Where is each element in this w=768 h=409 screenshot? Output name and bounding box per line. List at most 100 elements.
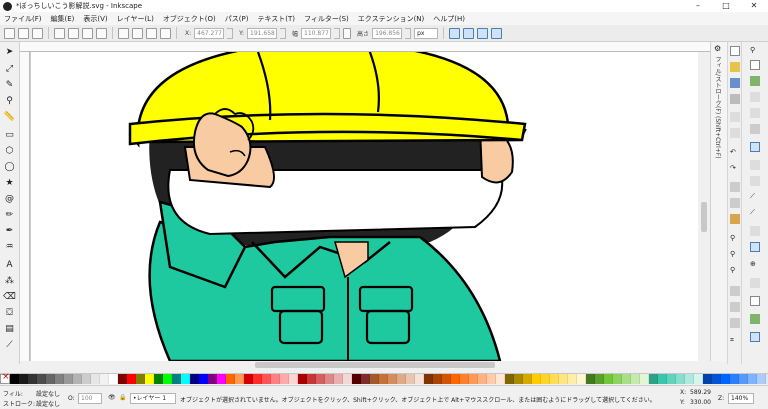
save-icon[interactable] [730,78,740,88]
color-swatch[interactable] [595,374,604,384]
snap-bbox-midpoint-icon[interactable] [750,108,760,118]
color-swatch[interactable] [469,374,478,384]
paste-icon[interactable] [730,214,740,224]
color-swatch[interactable] [262,374,271,384]
snap-enable-icon[interactable]: ⚲ [750,46,760,56]
color-swatch[interactable] [64,374,73,384]
snap-cusp-icon[interactable]: ⟋ [750,192,760,202]
color-swatch[interactable] [307,374,316,384]
rotate-ccw-icon[interactable] [54,27,65,39]
measure-tool-icon[interactable]: 📏 [3,110,16,123]
menu-object[interactable]: オブジェクト(O) [163,14,216,24]
undo-icon[interactable]: ↶ [730,148,740,158]
color-swatch[interactable] [505,374,514,384]
bucket-tool-icon[interactable]: ⛋ [3,306,16,319]
color-swatch[interactable] [415,374,424,384]
color-swatch[interactable] [325,374,334,384]
deselect-icon[interactable] [32,27,43,39]
scale-stroke-icon[interactable] [449,27,461,39]
x-spinner[interactable] [227,27,234,39]
color-swatch[interactable] [289,374,298,384]
vertical-scrollbar[interactable] [698,52,710,361]
color-swatch[interactable] [424,374,433,384]
color-swatch[interactable] [199,374,208,384]
calligraphy-tool-icon[interactable]: ♒ [3,240,16,253]
3d-box-tool-icon[interactable]: ⬡ [3,144,16,157]
color-swatch[interactable] [190,374,199,384]
snap-midpoint-icon[interactable] [750,226,760,236]
color-swatch[interactable] [55,374,64,384]
close-button[interactable]: ✕ [740,0,768,12]
color-swatch[interactable] [91,374,100,384]
color-swatch[interactable] [541,374,550,384]
color-swatch[interactable] [370,374,379,384]
color-swatch[interactable] [181,374,190,384]
xml-editor-icon[interactable]: ⌗ [730,336,740,346]
color-swatch[interactable] [487,374,496,384]
pencil-tool-icon[interactable]: ✏ [3,208,16,221]
color-swatch[interactable] [118,374,127,384]
color-swatch[interactable] [145,374,154,384]
menu-view[interactable]: 表示(V) [83,14,107,24]
eye-icon[interactable]: 👁 [108,394,117,403]
zoom-selection-icon[interactable]: ⚲ [730,234,740,244]
fill-stroke-dock-tab[interactable]: ⚙ フィル/ストローク(F) (Shift+Ctrl+F) [710,42,727,361]
maximize-button[interactable]: □ [712,0,740,12]
color-swatch[interactable] [10,374,19,384]
width-field[interactable]: 110.877 [301,27,332,39]
pen-tool-icon[interactable]: ✒ [3,224,16,237]
color-swatch[interactable] [577,374,586,384]
color-swatch[interactable] [613,374,622,384]
snap-path-icon[interactable] [750,160,760,170]
color-swatch[interactable] [568,374,577,384]
color-swatch[interactable] [433,374,442,384]
snap-smooth-icon[interactable]: ⟋ [750,208,760,218]
gradient-tool-icon[interactable]: ▤ [3,322,16,335]
snap-page-border-icon[interactable] [750,296,760,306]
import-icon[interactable] [730,112,740,122]
cut-icon[interactable] [730,198,740,208]
height-field[interactable]: 196.856 [372,27,403,39]
x-field[interactable]: 467.277 [194,27,225,39]
color-swatch[interactable] [154,374,163,384]
color-swatch[interactable] [523,374,532,384]
rotate-cw-icon[interactable] [68,27,79,39]
minimize-button[interactable]: – [684,0,712,12]
opacity-field[interactable]: 100 [78,393,102,404]
color-swatch[interactable] [298,374,307,384]
color-swatch[interactable] [442,374,451,384]
color-swatch[interactable] [658,374,667,384]
color-swatch[interactable] [703,374,712,384]
lock-icon[interactable]: 🔒 [119,394,128,403]
color-swatch[interactable] [172,374,181,384]
snap-grid-icon[interactable] [750,314,760,324]
color-swatch[interactable] [280,374,289,384]
color-swatch[interactable] [667,374,676,384]
color-swatch[interactable] [244,374,253,384]
raise-to-top-icon[interactable] [118,27,129,39]
color-swatch[interactable] [46,374,55,384]
color-swatch[interactable] [712,374,721,384]
open-file-icon[interactable] [730,62,740,72]
unlink-clone-icon[interactable] [730,318,740,328]
flip-vertical-icon[interactable] [96,27,107,39]
stroke-value[interactable]: 設定なし [36,399,60,408]
color-swatch[interactable] [694,374,703,384]
menu-help[interactable]: ヘルプ(H) [433,14,465,24]
duplicate-icon[interactable] [730,286,740,296]
move-gradients-icon[interactable] [477,27,489,39]
color-swatch[interactable] [19,374,28,384]
horizontal-scrollbar[interactable] [30,361,698,369]
color-swatch[interactable] [334,374,343,384]
menu-path[interactable]: パス(P) [225,14,249,24]
flip-horizontal-icon[interactable] [82,27,93,39]
snap-object-center-icon[interactable] [750,242,760,252]
color-swatch[interactable] [379,374,388,384]
color-swatch[interactable] [739,374,748,384]
horizontal-ruler[interactable] [20,42,727,52]
menu-text[interactable]: テキスト(T) [257,14,295,24]
color-swatch[interactable] [226,374,235,384]
color-swatch[interactable] [388,374,397,384]
color-swatch[interactable] [271,374,280,384]
tweak-tool-icon[interactable]: ✎ [3,78,16,91]
